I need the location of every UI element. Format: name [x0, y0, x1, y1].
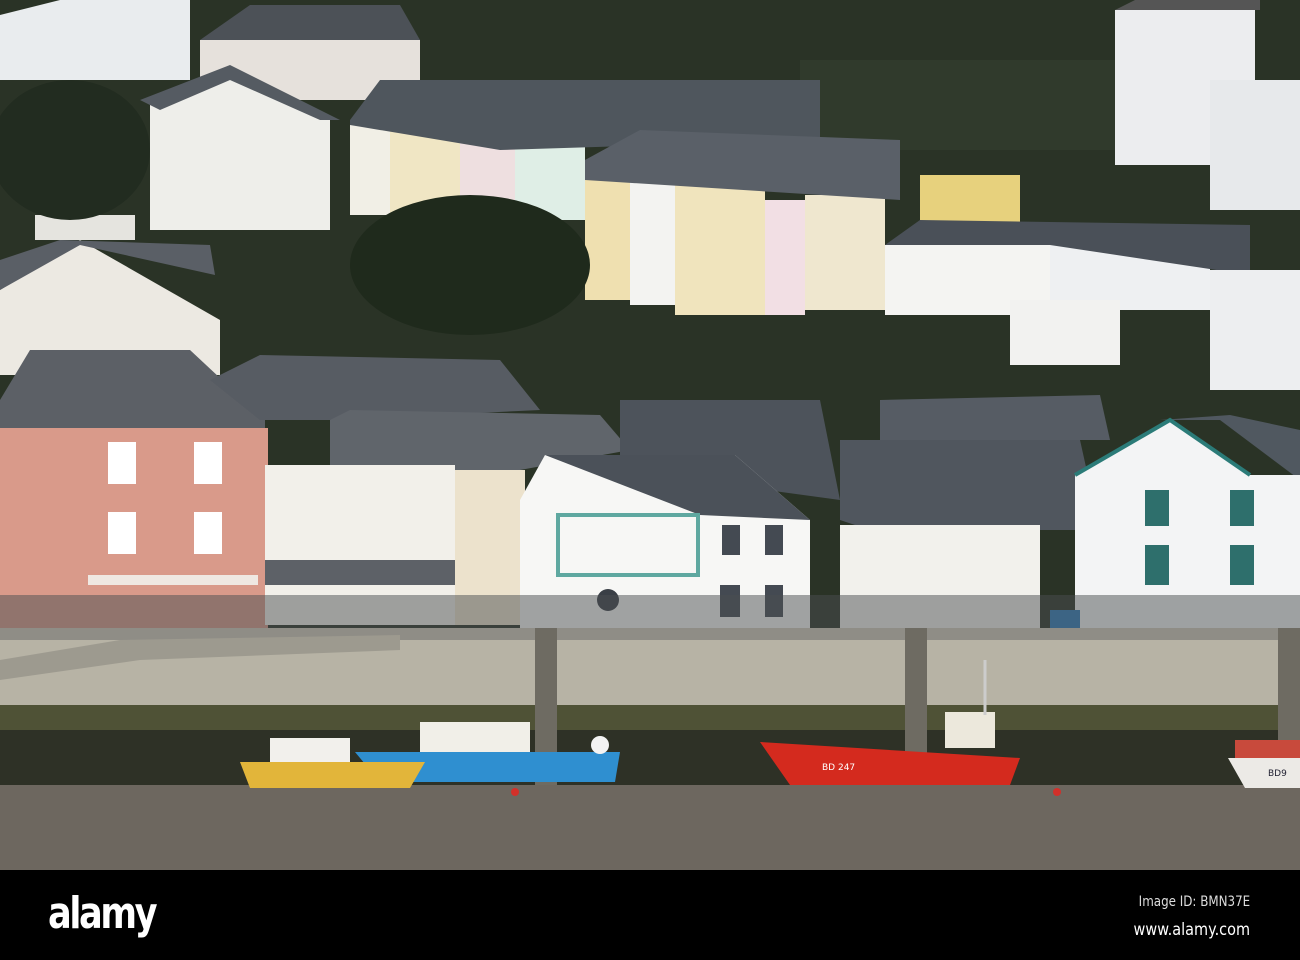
mooring-buoy	[1053, 788, 1061, 796]
river-water	[0, 785, 1300, 870]
quayside-railings	[0, 595, 1300, 630]
shop-awning	[265, 560, 460, 585]
alamy-logo: alamy	[48, 888, 158, 939]
watermark-bar: alamy Image ID: BMN37E www.alamy.com	[0, 870, 1300, 960]
image-id: Image ID: BMN37E	[1138, 894, 1250, 910]
hedge	[800, 60, 1120, 150]
boat-registration: BD 247	[822, 763, 855, 773]
quay-wall	[0, 628, 1300, 788]
harbour-town-photo: BD 247 BD9	[0, 0, 1300, 870]
mooring-buoy	[511, 788, 519, 796]
large-tree	[350, 195, 590, 335]
boat-registration: BD9	[1268, 769, 1287, 779]
site-url: www.alamy.com	[1133, 920, 1250, 940]
